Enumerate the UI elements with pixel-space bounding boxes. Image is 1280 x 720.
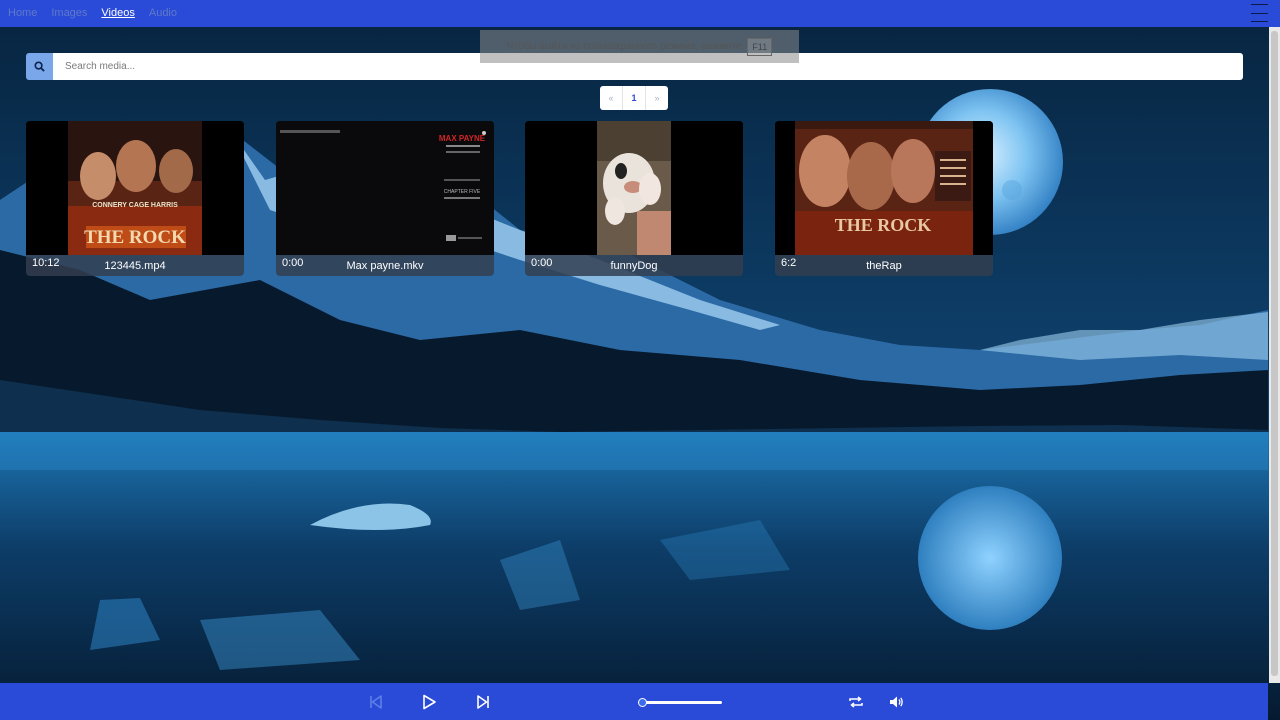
video-duration: 10:12 <box>32 257 60 269</box>
video-card[interactable]: CONNERY CAGE HARRIS THE ROCK 10:12 12344… <box>26 121 244 276</box>
video-thumbnail: MAX PAYNE CHAPTER FIVE <box>276 121 494 255</box>
search-icon <box>34 61 45 72</box>
volume-icon <box>890 696 903 708</box>
poster-cast-names: CONNERY CAGE HARRIS <box>92 202 178 209</box>
nav-link-home[interactable]: Home <box>8 0 37 27</box>
nav-link-images[interactable]: Images <box>51 0 87 27</box>
maxpayne-chapter: CHAPTER FIVE <box>444 189 481 195</box>
video-thumbnail <box>525 121 743 255</box>
scrollbar-thumb[interactable] <box>1271 31 1278 676</box>
pagination: « 1 » <box>600 86 668 110</box>
progress-track <box>642 701 722 704</box>
nav-link-audio[interactable]: Audio <box>149 0 177 27</box>
media-player-bar <box>0 683 1268 720</box>
menu-icon-bar <box>1251 4 1268 5</box>
video-duration: 6:2 <box>781 257 797 269</box>
skip-forward-icon <box>477 695 489 709</box>
pagination-page-1[interactable]: 1 <box>623 86 646 110</box>
video-title: Max payne.mkv <box>276 255 494 276</box>
skip-back-button[interactable] <box>366 692 386 712</box>
menu-toggle-button[interactable] <box>1251 4 1268 22</box>
progress-slider[interactable] <box>638 697 724 709</box>
nav-link-videos[interactable]: Videos <box>101 0 134 27</box>
video-duration: 0:00 <box>282 257 304 269</box>
skip-back-icon <box>370 695 382 709</box>
pagination-next-button[interactable]: » <box>646 86 668 110</box>
maxpayne-title: MAX PAYNE <box>439 134 486 143</box>
play-button[interactable] <box>419 692 439 712</box>
top-navbar: Home Images Videos Audio <box>0 0 1280 27</box>
menu-icon-bar <box>1251 21 1268 22</box>
fullscreen-key-hint: F11 <box>747 37 773 56</box>
fullscreen-notice-text: Чтобы выйти из полноэкранного режима, на… <box>506 41 742 52</box>
vertical-scrollbar[interactable] <box>1269 27 1280 683</box>
video-card[interactable]: 0:00 funnyDog <box>525 121 743 276</box>
menu-icon-bar <box>1251 12 1268 14</box>
search-button[interactable] <box>26 53 53 80</box>
play-icon <box>423 694 436 710</box>
video-title: theRap <box>775 255 993 276</box>
video-thumbnail: CONNERY CAGE HARRIS THE ROCK <box>26 121 244 255</box>
video-duration: 0:00 <box>531 257 553 269</box>
progress-handle[interactable] <box>638 698 647 707</box>
poster-title: THE ROCK <box>835 215 932 235</box>
fullscreen-exit-notice: Чтобы выйти из полноэкранного режима, на… <box>480 30 799 63</box>
video-thumbnail: THE ROCK <box>775 121 993 255</box>
pagination-prev-button[interactable]: « <box>600 86 623 110</box>
poster-title: THE ROCK <box>84 227 186 248</box>
repeat-button[interactable] <box>846 692 866 712</box>
repeat-icon <box>849 696 863 708</box>
video-title: funnyDog <box>525 255 743 276</box>
skip-forward-button[interactable] <box>473 692 493 712</box>
nav-links: Home Images Videos Audio <box>0 0 177 27</box>
volume-button[interactable] <box>886 692 906 712</box>
video-card[interactable]: MAX PAYNE CHAPTER FIVE 0:00 Max payne.mk… <box>276 121 494 276</box>
video-card[interactable]: THE ROCK 6:2 theRap <box>775 121 993 276</box>
